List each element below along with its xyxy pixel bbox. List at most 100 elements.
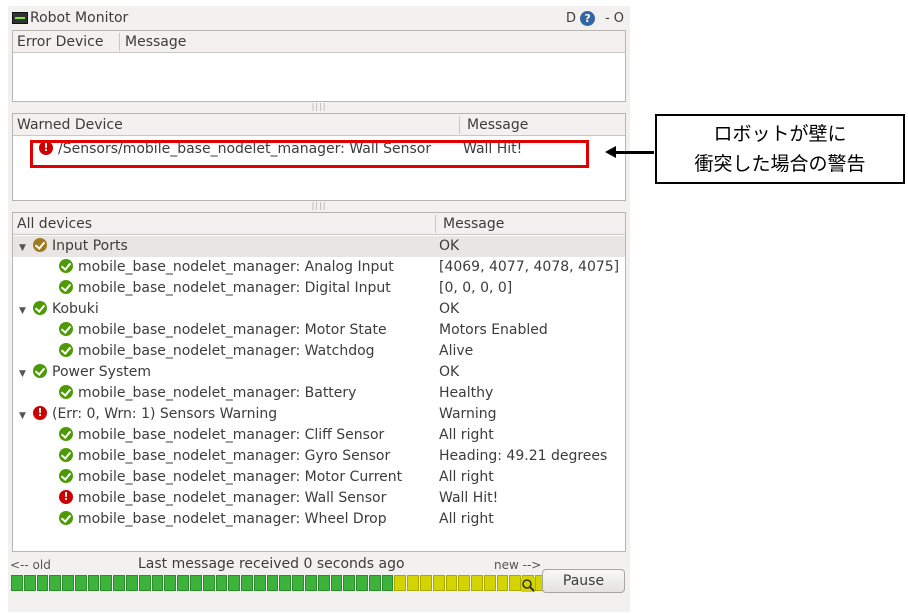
device-message: [4069, 4077, 4078, 4075] bbox=[439, 259, 620, 275]
timeline-segment-ok[interactable] bbox=[279, 575, 292, 591]
device-row[interactable]: mobile_base_nodelet_manager: Wheel Drop A… bbox=[13, 509, 625, 530]
timeline-segment-ok[interactable] bbox=[177, 575, 189, 591]
timeline-segment-ok[interactable] bbox=[23, 575, 36, 591]
device-row[interactable]: mobile_base_nodelet_manager: Gyro Sensor… bbox=[13, 446, 625, 467]
timeline-segment-warn[interactable] bbox=[496, 575, 509, 591]
device-message: All right bbox=[439, 469, 494, 485]
device-message: Warning bbox=[439, 406, 497, 422]
timeline-segment-warn[interactable] bbox=[471, 575, 483, 591]
timeline-segment-ok[interactable] bbox=[138, 575, 151, 591]
device-message: Alive bbox=[439, 343, 474, 359]
pause-button[interactable]: Pause bbox=[542, 569, 625, 593]
ok-check-icon bbox=[33, 364, 47, 378]
ok-check-icon bbox=[33, 238, 47, 252]
timeline-segment-ok[interactable] bbox=[215, 575, 228, 591]
device-row[interactable]: mobile_base_nodelet_manager: Cliff Senso… bbox=[13, 425, 625, 446]
timeline-segment-ok[interactable] bbox=[228, 575, 241, 591]
timeline-segment-ok[interactable] bbox=[381, 575, 394, 591]
expand-triangle-icon[interactable]: ▼ bbox=[19, 238, 33, 259]
device-row[interactable]: mobile_base_nodelet_manager: Motor Curre… bbox=[13, 467, 625, 488]
timeline-segment-ok[interactable] bbox=[36, 575, 49, 591]
all-devices-column-header[interactable]: All devices bbox=[13, 213, 92, 235]
d-button[interactable]: D bbox=[566, 11, 576, 26]
device-group-row[interactable]: ▼ Power System OK bbox=[13, 362, 625, 383]
timeline-segment-warn[interactable] bbox=[445, 575, 458, 591]
expand-triangle-icon[interactable]: ▼ bbox=[19, 301, 33, 322]
search-icon[interactable] bbox=[521, 578, 535, 592]
timeline-segment-warn[interactable] bbox=[483, 575, 496, 591]
minimize-button[interactable]: - bbox=[605, 11, 610, 26]
timeline-segment-ok[interactable] bbox=[330, 575, 343, 591]
timeline-segment-ok[interactable] bbox=[87, 575, 100, 591]
timeline-segment-ok[interactable] bbox=[343, 575, 356, 591]
device-group-row[interactable]: ▼ Input Ports OK bbox=[13, 236, 625, 257]
title-bar: Robot Monitor D ? - O bbox=[8, 6, 630, 30]
timeline-segment-ok[interactable] bbox=[62, 575, 74, 591]
device-row[interactable]: mobile_base_nodelet_manager: Motor State… bbox=[13, 320, 625, 341]
timeline-segment-ok[interactable] bbox=[356, 575, 368, 591]
timeline-segment-ok[interactable] bbox=[49, 575, 62, 591]
device-name: mobile_base_nodelet_manager: Analog Inpu… bbox=[78, 259, 394, 275]
timeline-segment-ok[interactable] bbox=[292, 575, 304, 591]
device-row[interactable]: mobile_base_nodelet_manager: Analog Inpu… bbox=[13, 257, 625, 278]
timeline-segment-ok[interactable] bbox=[100, 575, 113, 591]
device-row[interactable]: mobile_base_nodelet_manager: Digital Inp… bbox=[13, 278, 625, 299]
timeline-segment-ok[interactable] bbox=[266, 575, 279, 591]
timeline-segment-ok[interactable] bbox=[126, 575, 138, 591]
error-device-panel: Error Device Message bbox=[12, 30, 626, 102]
old-label: <-- old bbox=[10, 558, 51, 572]
expand-triangle-icon[interactable]: ▼ bbox=[19, 364, 33, 385]
timeline-segment-ok[interactable] bbox=[113, 575, 126, 591]
device-group-row[interactable]: ▼ Kobuki OK bbox=[13, 299, 625, 320]
robot-monitor-window: Robot Monitor D ? - O Error Device Messa… bbox=[8, 6, 630, 612]
all-devices-header: All devices Message bbox=[13, 213, 625, 235]
timeline-segment-ok[interactable] bbox=[74, 575, 87, 591]
timeline-segment-ok[interactable] bbox=[151, 575, 164, 591]
device-name: Kobuki bbox=[52, 301, 99, 317]
timeline-bar[interactable] bbox=[11, 575, 547, 591]
timeline-segment-ok[interactable] bbox=[164, 575, 177, 591]
splitter-handle-1[interactable]: |||| bbox=[12, 102, 626, 112]
timeline-segment-ok[interactable] bbox=[202, 575, 215, 591]
help-icon[interactable]: ? bbox=[580, 10, 596, 26]
splitter-handle-2[interactable]: |||| bbox=[12, 201, 626, 211]
timeline-segment-ok[interactable] bbox=[11, 575, 23, 591]
device-group-row[interactable]: ▼ (Err: 0, Wrn: 1) Sensors Warning Warning bbox=[13, 404, 625, 425]
timeline-segment-warn[interactable] bbox=[394, 575, 407, 591]
close-button[interactable]: O bbox=[614, 11, 624, 26]
timeline-segment-ok[interactable] bbox=[368, 575, 381, 591]
ok-check-icon bbox=[59, 385, 73, 399]
callout-line-2: 衝突した場合の警告 bbox=[694, 153, 866, 175]
timeline-segment-ok[interactable] bbox=[241, 575, 253, 591]
device-message: Healthy bbox=[439, 385, 494, 401]
timeline-segment-ok[interactable] bbox=[317, 575, 330, 591]
device-row[interactable]: mobile_base_nodelet_manager: Watchdog Ali… bbox=[13, 341, 625, 362]
timeline-segment-ok[interactable] bbox=[304, 575, 317, 591]
error-icon bbox=[33, 406, 47, 420]
timeline-segment-warn[interactable] bbox=[432, 575, 445, 591]
error-device-column-header[interactable]: Error Device bbox=[13, 31, 103, 53]
timeline-segment-warn[interactable] bbox=[420, 575, 432, 591]
warned-device-column-header[interactable]: Warned Device bbox=[13, 114, 123, 136]
device-row[interactable]: mobile_base_nodelet_manager: Wall Sensor… bbox=[13, 488, 625, 509]
timeline-segment-warn[interactable] bbox=[407, 575, 419, 591]
new-label: new --> bbox=[494, 558, 542, 572]
device-message: Wall Hit! bbox=[439, 490, 499, 506]
ok-check-icon bbox=[59, 280, 73, 294]
timeline-segment-ok[interactable] bbox=[189, 575, 202, 591]
timeline-segment-ok[interactable] bbox=[253, 575, 266, 591]
expand-triangle-icon[interactable]: ▼ bbox=[19, 406, 33, 427]
error-message-column-header[interactable]: Message bbox=[121, 31, 186, 53]
device-name: mobile_base_nodelet_manager: Wall Sensor bbox=[78, 490, 387, 506]
highlight-box bbox=[30, 140, 589, 168]
warned-message-column-header[interactable]: Message bbox=[463, 114, 528, 136]
timeline-segment-warn[interactable] bbox=[509, 575, 522, 591]
device-name: mobile_base_nodelet_manager: Gyro Sensor bbox=[78, 448, 391, 464]
device-name: mobile_base_nodelet_manager: Digital Inp… bbox=[78, 280, 391, 296]
device-message: All right bbox=[439, 511, 494, 527]
device-message: [0, 0, 0, 0] bbox=[439, 280, 513, 296]
device-row[interactable]: mobile_base_nodelet_manager: Battery Heal… bbox=[13, 383, 625, 404]
timeline-segment-warn[interactable] bbox=[458, 575, 471, 591]
all-message-column-header[interactable]: Message bbox=[439, 213, 504, 235]
device-message: OK bbox=[439, 301, 460, 317]
